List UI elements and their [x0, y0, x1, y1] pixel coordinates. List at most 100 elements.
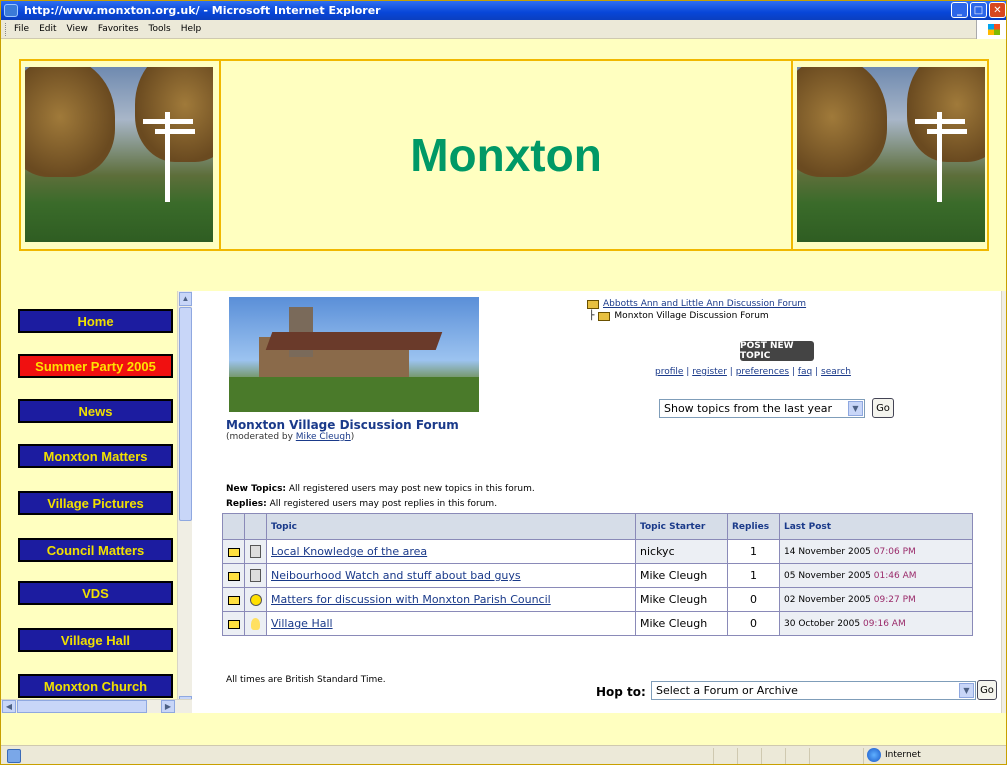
moderator-link[interactable]: Mike Cleugh [296, 432, 351, 442]
topic-starter: Mike Cleugh [635, 587, 728, 612]
menu-favorites[interactable]: Favorites [98, 24, 139, 34]
topic-starter: Mike Cleugh [635, 611, 728, 636]
last-post: 05 November 2005 01:46 AM [779, 563, 973, 588]
scroll-up-arrow-icon[interactable]: ▲ [179, 292, 192, 306]
nav-monxton-church[interactable]: Monxton Church [18, 674, 173, 698]
hop-to-go-button[interactable]: Go [977, 680, 997, 700]
minimize-button[interactable]: _ [951, 2, 968, 18]
topic-link[interactable]: Neibourhood Watch and stuff about bad gu… [271, 569, 521, 582]
preferences-link[interactable]: preferences [736, 367, 789, 377]
nav-monxton-matters[interactable]: Monxton Matters [18, 444, 173, 468]
reply-count: 1 [727, 539, 780, 564]
window-title: http://www.monxton.org.uk/ - Microsoft I… [24, 4, 381, 17]
sidebar-nav: Home Summer Party 2005 News Monxton Matt… [1, 291, 191, 711]
open-folder-icon [587, 299, 599, 309]
profile-link[interactable]: profile [655, 367, 683, 377]
window-controls: _ □ ✕ [951, 2, 1006, 18]
register-link[interactable]: register [692, 367, 727, 377]
menu-file[interactable]: File [14, 24, 29, 34]
search-link[interactable]: search [821, 367, 851, 377]
nav-village-pictures[interactable]: Village Pictures [18, 491, 173, 515]
col-lastpost-header[interactable]: Last Post [779, 513, 973, 540]
faq-link[interactable]: faq [798, 367, 812, 377]
topic-filter-select[interactable]: Show topics from the last year ▼ [659, 399, 865, 418]
menu-tools[interactable]: Tools [149, 24, 171, 34]
scroll-right-arrow-icon[interactable]: ▶ [161, 700, 175, 713]
post-new-topic-button[interactable]: POST NEW TOPIC [740, 341, 814, 361]
col-starter-header[interactable]: Topic Starter [635, 513, 728, 540]
ie-icon [4, 4, 18, 17]
browser-window: http://www.monxton.org.uk/ - Microsoft I… [0, 0, 1007, 765]
chevron-down-icon[interactable]: ▼ [848, 401, 863, 416]
forum-title: Monxton Village Discussion Forum [226, 418, 459, 432]
menu-view[interactable]: View [67, 24, 88, 34]
topic-link[interactable]: Local Knowledge of the area [271, 545, 427, 558]
last-post: 14 November 2005 07:06 PM [779, 539, 973, 564]
forum-frame: Monxton Village Discussion Forum (modera… [192, 291, 1001, 713]
folder-icon [227, 547, 240, 557]
windows-logo-icon [976, 20, 1006, 39]
breadcrumb: Abbotts Ann and Little Ann Discussion Fo… [587, 299, 806, 321]
scroll-left-arrow-icon[interactable]: ◀ [2, 700, 16, 713]
table-row: Local Knowledge of the area nickyc 1 14 … [222, 539, 973, 564]
folder-icon [227, 595, 240, 605]
sidebar-horizontal-scrollbar[interactable]: ◀ ▶ [1, 699, 192, 713]
nav-council-matters[interactable]: Council Matters [18, 538, 173, 562]
lightbulb-icon [251, 618, 260, 630]
moderated-by: (moderated by Mike Cleugh) [226, 432, 355, 442]
topic-link[interactable]: Village Hall [271, 617, 333, 630]
text-icon [250, 545, 261, 559]
table-row: Neibourhood Watch and stuff about bad gu… [222, 563, 973, 588]
menu-help[interactable]: Help [181, 24, 202, 34]
nav-news[interactable]: News [18, 399, 173, 423]
topic-starter: nickyc [635, 539, 728, 564]
reply-count: 0 [727, 611, 780, 636]
last-post: 30 October 2005 09:16 AM [779, 611, 973, 636]
forum-links: profile | register | preferences | faq |… [655, 367, 851, 377]
breadcrumb-parent-link[interactable]: Abbotts Ann and Little Ann Discussion Fo… [603, 299, 806, 309]
nav-summer-party-2005[interactable]: Summer Party 2005 [18, 354, 173, 378]
maximize-button[interactable]: □ [970, 2, 987, 18]
menu-edit[interactable]: Edit [39, 24, 56, 34]
filter-go-button[interactable]: Go [872, 398, 894, 418]
status-bar: Internet [1, 745, 1006, 764]
nav-vds[interactable]: VDS [18, 581, 173, 605]
hop-to-select[interactable]: Select a Forum or Archive ▼ [651, 681, 976, 700]
page-icon [7, 749, 21, 763]
col-topic-header[interactable]: Topic [266, 513, 636, 540]
topic-link[interactable]: Matters for discussion with Monxton Pari… [271, 593, 551, 606]
site-title: Monxton [410, 129, 602, 181]
open-folder-icon [598, 311, 611, 321]
reply-count: 0 [727, 587, 780, 612]
close-button[interactable]: ✕ [989, 2, 1006, 18]
text-icon [250, 569, 261, 583]
church-photo [229, 297, 479, 412]
tree-branch-icon: ├ [589, 311, 595, 321]
title-bar: http://www.monxton.org.uk/ - Microsoft I… [1, 1, 1006, 20]
zone-label: Internet [885, 750, 921, 760]
chevron-down-icon[interactable]: ▼ [959, 683, 974, 698]
hop-to-label: Hop to: [596, 685, 646, 699]
menu-bar: File Edit View Favorites Tools Help [1, 20, 1006, 39]
toolbar-grip[interactable] [5, 22, 8, 36]
nav-village-hall[interactable]: Village Hall [18, 628, 173, 652]
table-row: Village Hall Mike Cleugh 0 30 October 20… [222, 611, 973, 636]
forum-permissions: New Topics: All registered users may pos… [226, 484, 535, 509]
timezone-note: All times are British Standard Time. [226, 675, 386, 685]
forum-scrollbar[interactable] [1001, 291, 1006, 713]
sidebar-scroll-thumb[interactable] [179, 307, 192, 521]
col-replies-header[interactable]: Replies [727, 513, 780, 540]
sidebar-vertical-scrollbar[interactable]: ▲ ▼ [177, 291, 192, 711]
smiley-icon [249, 594, 262, 606]
table-row: Matters for discussion with Monxton Pari… [222, 587, 973, 612]
sidebar-hscroll-thumb[interactable] [17, 700, 147, 713]
nav-home[interactable]: Home [18, 309, 173, 333]
globe-icon [867, 748, 881, 762]
table-header-row: Topic Topic Starter Replies Last Post [222, 513, 973, 540]
signpost-photo-left [25, 67, 213, 242]
folder-icon [227, 619, 240, 629]
banner-title-area: Monxton [219, 61, 793, 249]
reply-count: 1 [727, 563, 780, 588]
breadcrumb-current: Monxton Village Discussion Forum [614, 311, 769, 321]
topics-table: Topic Topic Starter Replies Last Post Lo… [222, 513, 973, 636]
